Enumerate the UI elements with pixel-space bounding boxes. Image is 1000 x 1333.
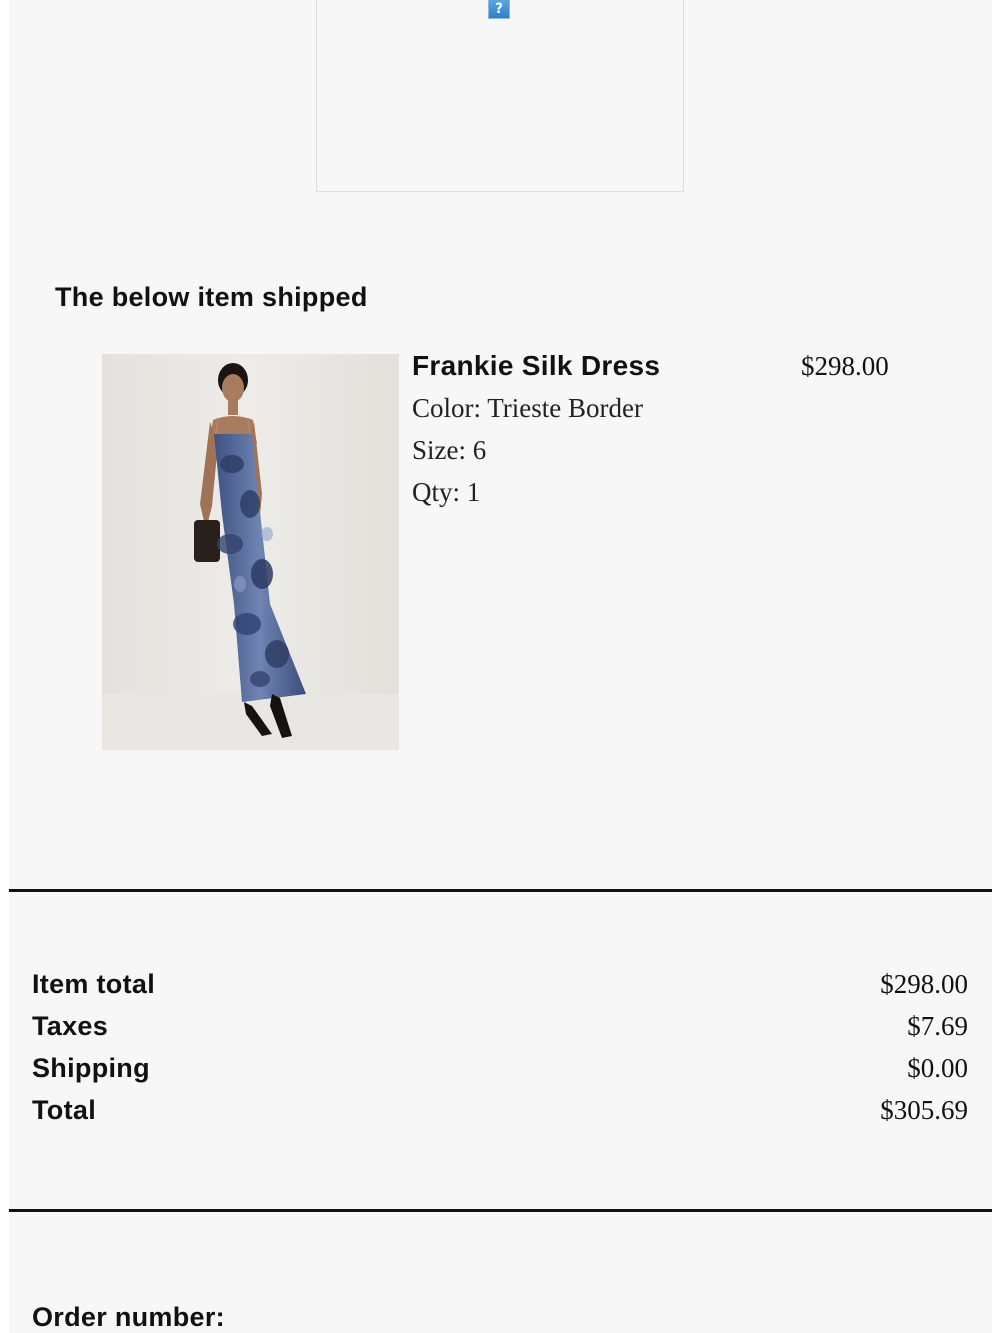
- item-total-label: Item total: [32, 969, 156, 999]
- product-size: Size: 6: [412, 435, 487, 465]
- product-quantity: Qty: 1: [412, 477, 481, 507]
- broken-image-icon: ?: [488, 0, 510, 19]
- item-total-value: $298.00: [880, 969, 968, 999]
- email-body: ? The below item shipped Frankie Silk Dr…: [9, 0, 992, 1333]
- product-image[interactable]: [102, 354, 399, 750]
- shipping-label: Shipping: [32, 1053, 150, 1083]
- shipping-value: $0.00: [907, 1053, 968, 1083]
- total-value: $305.69: [880, 1095, 968, 1125]
- product-price: $298.00: [801, 351, 889, 381]
- taxes-label: Taxes: [32, 1011, 109, 1041]
- header-image-placeholder: ?: [316, 0, 684, 192]
- total-label: Total: [32, 1095, 96, 1125]
- product-name[interactable]: Frankie Silk Dress: [412, 350, 660, 382]
- section-divider: [9, 1209, 992, 1212]
- taxes-value: $7.69: [907, 1011, 968, 1041]
- section-divider: [9, 889, 992, 892]
- shipment-heading: The below item shipped: [55, 282, 368, 312]
- product-color: Color: Trieste Border: [412, 393, 644, 423]
- dress-photo-illustration: [102, 354, 399, 750]
- order-number-label: Order number:: [32, 1302, 225, 1332]
